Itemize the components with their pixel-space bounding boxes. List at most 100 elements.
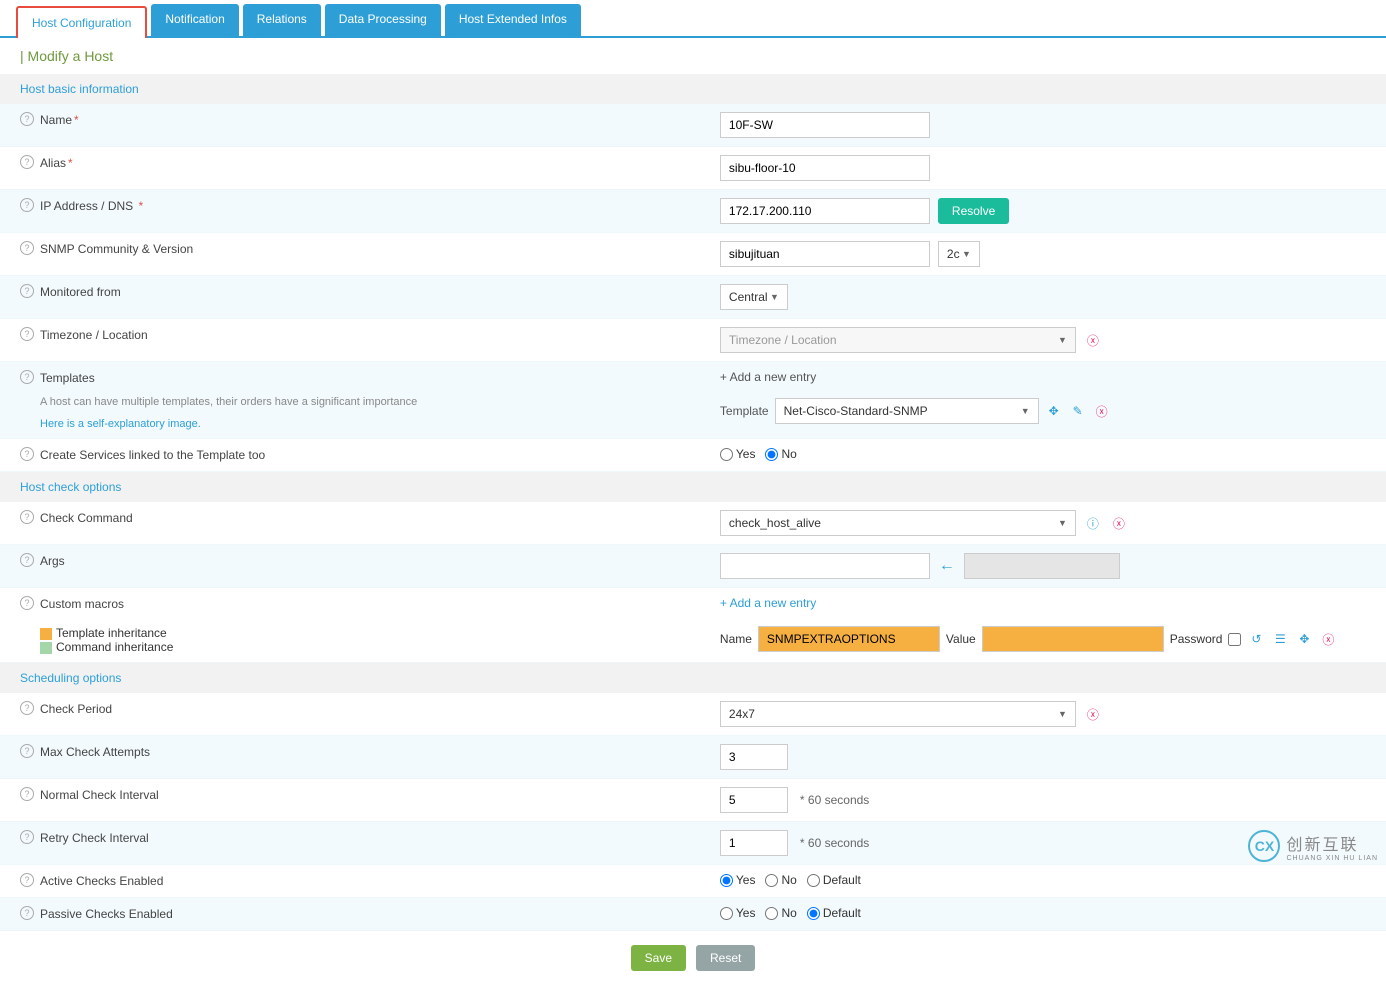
help-icon[interactable]: ?	[20, 701, 34, 715]
label-active-checks: Active Checks Enabled	[40, 873, 163, 889]
help-icon[interactable]: ?	[20, 596, 34, 610]
legend-template-inheritance: Template inheritance	[40, 626, 173, 640]
remove-icon[interactable]: ⓧ	[1093, 402, 1111, 420]
interval-suffix: * 60 seconds	[800, 793, 869, 807]
resolve-button[interactable]: Resolve	[938, 198, 1009, 224]
remove-icon[interactable]: ⓧ	[1110, 514, 1128, 532]
remove-icon[interactable]: ⓧ	[1319, 630, 1337, 648]
help-icon[interactable]: ?	[20, 787, 34, 801]
macro-value-label: Value	[946, 632, 976, 646]
help-icon[interactable]: ?	[20, 873, 34, 887]
label-templates: Templates	[40, 370, 95, 386]
snmp-version-select[interactable]: 2c▼	[938, 241, 980, 267]
watermark: CX 创新互联 CHUANG XIN HU LIAN	[1248, 830, 1378, 862]
section-check-options: Host check options	[0, 472, 1386, 502]
radio-default[interactable]: Default	[807, 873, 861, 887]
label-timezone: Timezone / Location	[40, 327, 148, 343]
macro-name-label: Name	[720, 632, 752, 646]
watermark-logo-icon: CX	[1248, 830, 1280, 862]
tabs-bar: Host Configuration Notification Relation…	[0, 0, 1386, 38]
help-icon[interactable]: ?	[20, 370, 34, 384]
macro-password-label: Password	[1170, 632, 1223, 646]
label-snmp: SNMP Community & Version	[40, 241, 193, 257]
help-icon[interactable]: ?	[20, 241, 34, 255]
templates-help-link[interactable]: Here is a self-explanatory image.	[40, 418, 201, 430]
monitored-select[interactable]: Central▼	[720, 284, 788, 310]
page-title: | Modify a Host	[0, 38, 1386, 74]
watermark-text: 创新互联	[1286, 831, 1378, 855]
retry-interval-input[interactable]	[720, 830, 788, 856]
tab-relations[interactable]: Relations	[243, 4, 321, 36]
remove-icon[interactable]: ⓧ	[1084, 331, 1102, 349]
watermark-subtext: CHUANG XIN HU LIAN	[1286, 855, 1378, 862]
radio-yes[interactable]: Yes	[720, 873, 756, 887]
label-custom-macros: Custom macros	[40, 596, 124, 612]
normal-interval-input[interactable]	[720, 787, 788, 813]
radio-no[interactable]: No	[765, 873, 796, 887]
help-icon[interactable]: ?	[20, 198, 34, 212]
macro-value-input[interactable]	[982, 626, 1164, 652]
remove-icon[interactable]: ⓧ	[1084, 705, 1102, 723]
macro-password-checkbox[interactable]	[1228, 633, 1241, 646]
help-icon[interactable]: ?	[20, 553, 34, 567]
radio-no[interactable]: No	[765, 447, 796, 461]
move-icon[interactable]: ✥	[1045, 402, 1063, 420]
label-check-period: Check Period	[40, 701, 112, 717]
label-max-attempts: Max Check Attempts	[40, 744, 150, 760]
interval-suffix: * 60 seconds	[800, 836, 869, 850]
help-icon[interactable]: ?	[20, 155, 34, 169]
template-label: Template	[720, 404, 769, 418]
help-icon[interactable]: ?	[20, 744, 34, 758]
help-icon[interactable]: ?	[20, 510, 34, 524]
label-alias: Alias*	[40, 155, 73, 171]
template-select[interactable]: Net-Cisco-Standard-SNMP▼	[775, 398, 1039, 424]
reset-button[interactable]: Reset	[696, 945, 755, 971]
list-icon[interactable]: ☰	[1271, 630, 1289, 648]
tab-host-extended-infos[interactable]: Host Extended Infos	[445, 4, 581, 36]
max-attempts-input[interactable]	[720, 744, 788, 770]
tab-data-processing[interactable]: Data Processing	[325, 4, 441, 36]
radio-default[interactable]: Default	[807, 906, 861, 920]
radio-yes[interactable]: Yes	[720, 447, 756, 461]
label-ip: IP Address / DNS *	[40, 198, 143, 214]
label-create-services: Create Services linked to the Template t…	[40, 447, 265, 463]
info-icon[interactable]: ⓘ	[1084, 514, 1102, 532]
label-args: Args	[40, 553, 65, 569]
label-check-command: Check Command	[40, 510, 133, 526]
check-command-select[interactable]: check_host_alive▼	[720, 510, 1076, 536]
name-input[interactable]	[720, 112, 930, 138]
help-icon[interactable]: ?	[20, 327, 34, 341]
add-template-link[interactable]: + Add a new entry	[720, 370, 816, 384]
help-icon[interactable]: ?	[20, 830, 34, 844]
tab-host-configuration[interactable]: Host Configuration	[16, 6, 147, 38]
arrow-left-icon[interactable]: ←	[938, 557, 956, 575]
help-icon[interactable]: ?	[20, 112, 34, 126]
timezone-select[interactable]: Timezone / Location▼	[720, 327, 1076, 353]
help-icon[interactable]: ?	[20, 284, 34, 298]
label-normal-interval: Normal Check Interval	[40, 787, 159, 803]
ip-input[interactable]	[720, 198, 930, 224]
section-scheduling: Scheduling options	[0, 663, 1386, 693]
help-icon[interactable]: ?	[20, 447, 34, 461]
undo-icon[interactable]: ↺	[1247, 630, 1265, 648]
edit-icon[interactable]: ✎	[1069, 402, 1087, 420]
radio-yes[interactable]: Yes	[720, 906, 756, 920]
tab-notification[interactable]: Notification	[151, 4, 238, 36]
help-icon[interactable]: ?	[20, 906, 34, 920]
args-input[interactable]	[720, 553, 930, 579]
label-retry-interval: Retry Check Interval	[40, 830, 149, 846]
args-readonly-box	[964, 553, 1120, 579]
label-passive-checks: Passive Checks Enabled	[40, 906, 173, 922]
radio-no[interactable]: No	[765, 906, 796, 920]
legend-command-inheritance: Command inheritance	[40, 640, 173, 654]
label-monitored: Monitored from	[40, 284, 121, 300]
label-name: Name*	[40, 112, 79, 128]
templates-subtext: A host can have multiple templates, thei…	[40, 396, 417, 408]
macro-name-input[interactable]	[758, 626, 940, 652]
snmp-community-input[interactable]	[720, 241, 930, 267]
add-macro-link[interactable]: + Add a new entry	[720, 596, 816, 610]
check-period-select[interactable]: 24x7▼	[720, 701, 1076, 727]
alias-input[interactable]	[720, 155, 930, 181]
save-button[interactable]: Save	[631, 945, 686, 971]
move-icon[interactable]: ✥	[1295, 630, 1313, 648]
